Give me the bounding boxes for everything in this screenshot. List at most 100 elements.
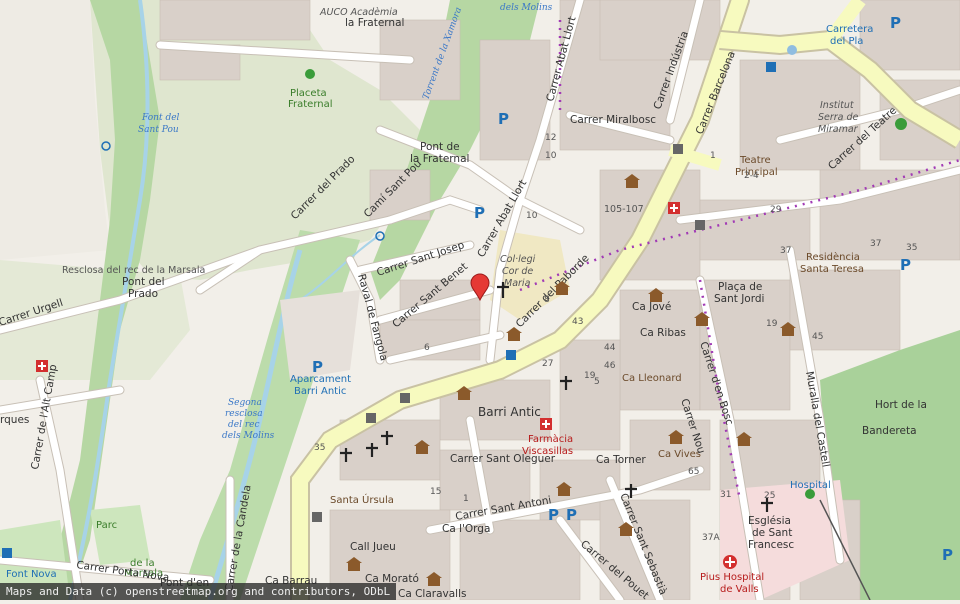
svg-text:45: 45 — [812, 332, 823, 342]
label-font-sant-pou-2: Sant Pou — [138, 125, 179, 135]
label-institut-2: Serra de — [818, 112, 859, 123]
tower-icon — [400, 393, 410, 403]
label-hort-2: Bandereta — [862, 425, 917, 437]
svg-text:25: 25 — [764, 491, 775, 501]
pharmacy-icon — [36, 360, 48, 372]
svg-text:37: 37 — [780, 246, 791, 256]
pharmacy-icon — [668, 202, 680, 214]
water-tap-icon — [787, 45, 797, 55]
svg-text:12: 12 — [545, 133, 556, 143]
bus-stop-icon — [506, 350, 516, 360]
label-segona-3: del rec — [228, 420, 260, 430]
label-segona-4: dels Molins — [222, 431, 275, 441]
svg-text:6: 6 — [424, 343, 430, 353]
label-aparcament-2: Barri Antic — [294, 386, 346, 397]
bus-stop-icon — [766, 62, 776, 72]
label-num-105: 105-107 — [604, 204, 644, 215]
label-parc: Parc — [96, 520, 117, 531]
svg-text:1: 1 — [710, 151, 716, 161]
label-barri-antic: Barri Antic — [478, 405, 541, 419]
map-svg[interactable]: AUCO Acadèmia la Fraternal Placeta Frate… — [0, 0, 960, 604]
label-ca-claravalls: Ca Claravalls — [398, 588, 467, 600]
label-font-nova: Font Nova — [6, 569, 57, 580]
label-collegi-2: Cor de — [502, 266, 533, 277]
label-ca-torner: Ca Torner — [596, 454, 646, 466]
label-institut-1: Institut — [820, 100, 855, 111]
label-esglesia-1: Església — [748, 515, 791, 527]
label-fraternal: la Fraternal — [345, 17, 404, 29]
parking-icon[interactable]: P — [900, 256, 911, 274]
playground-icon — [305, 69, 315, 79]
tower-icon — [312, 512, 322, 522]
park-icon — [805, 489, 815, 499]
label-pius-2: de Valls — [720, 584, 759, 595]
svg-text:65: 65 — [688, 467, 699, 477]
label-ca-lorga: Ca l'Orga — [442, 523, 490, 535]
label-residencia-1: Residència — [806, 251, 860, 263]
parking-icon[interactable]: P — [474, 204, 485, 222]
label-hort-1: Hort de la — [875, 399, 927, 411]
svg-text:1: 1 — [463, 494, 469, 504]
label-resclosa: Resclosa del rec de la Marsala — [62, 265, 205, 276]
pharmacy-icon — [540, 418, 552, 430]
label-segona-2: resclosa — [225, 409, 263, 419]
svg-text:43: 43 — [572, 317, 583, 327]
map-canvas[interactable]: AUCO Acadèmia la Fraternal Placeta Frate… — [0, 0, 960, 604]
svg-text:5: 5 — [594, 377, 600, 387]
svg-text:15: 15 — [430, 487, 441, 497]
label-pius-1: Pius Hospital — [700, 572, 764, 583]
label-placa-jordi-2: Sant Jordi — [714, 293, 764, 305]
label-carretera-pla-2: del Pla — [830, 36, 863, 47]
svg-text:31: 31 — [720, 490, 731, 500]
svg-text:35: 35 — [314, 443, 325, 453]
label-segona-1: Segona — [228, 398, 262, 408]
label-pont-prado-1: Pont del — [122, 276, 165, 288]
svg-text:P: P — [498, 110, 509, 128]
label-residencia-2: Santa Teresa — [800, 264, 864, 275]
label-call-jueu: Call Jueu — [350, 541, 396, 553]
bus-stop-icon — [2, 548, 12, 558]
svg-text:P: P — [548, 506, 559, 524]
parking-icon[interactable]: P — [312, 358, 323, 376]
svg-text:37: 37 — [870, 239, 881, 249]
label-ca-jove: Ca Jové — [632, 301, 671, 313]
parking-icon[interactable]: P — [548, 506, 559, 524]
svg-text:P: P — [312, 358, 323, 376]
label-farmacia-1: Farmàcia — [528, 433, 573, 445]
label-carretera-pla-1: Carretera — [826, 24, 873, 35]
parking-icon[interactable]: P — [498, 110, 509, 128]
svg-text:19: 19 — [766, 319, 778, 329]
hospital-icon — [723, 555, 737, 569]
label-placeta-1: Placeta — [290, 88, 327, 99]
svg-text:37A: 37A — [702, 533, 720, 543]
svg-text:10: 10 — [526, 211, 538, 221]
label-esglesia-3: Francesc — [748, 539, 794, 551]
label-teatre-1: Teatre — [739, 155, 771, 166]
svg-text:P: P — [900, 256, 911, 274]
parking-icon[interactable]: P — [890, 14, 901, 32]
parking-icon[interactable]: P — [942, 546, 953, 564]
parking-icon[interactable]: P — [566, 506, 577, 524]
label-pont-fraternal-1: Pont de — [420, 141, 460, 153]
park-icon — [895, 118, 907, 130]
tower-icon — [695, 220, 705, 230]
svg-text:29: 29 — [770, 205, 782, 215]
label-font-sant-pou-1: Font del — [141, 113, 180, 123]
tower-icon — [366, 413, 376, 423]
label-collegi-1: Col·legi — [500, 254, 536, 265]
street-sant-oleguer: Carrer Sant Oleguer — [450, 453, 556, 465]
svg-text:27: 27 — [542, 359, 553, 369]
svg-text:P: P — [474, 204, 485, 222]
label-placa-jordi-1: Plaça de — [718, 281, 762, 293]
svg-text:10: 10 — [545, 151, 557, 161]
street-miralbosc: Carrer Miralbosc — [570, 114, 656, 126]
label-santa-ursula: Santa Úrsula — [330, 493, 394, 506]
label-arques: rques — [0, 414, 29, 426]
svg-text:2-4: 2-4 — [744, 171, 759, 181]
label-institut-3: Miramar — [818, 124, 859, 135]
svg-text:46: 46 — [604, 361, 616, 371]
svg-text:P: P — [566, 506, 577, 524]
label-ca-lleonard: Ca Lleonard — [622, 373, 682, 384]
label-pont-prado-2: Prado — [128, 288, 158, 300]
label-dels-molins: dels Molins — [500, 3, 553, 13]
